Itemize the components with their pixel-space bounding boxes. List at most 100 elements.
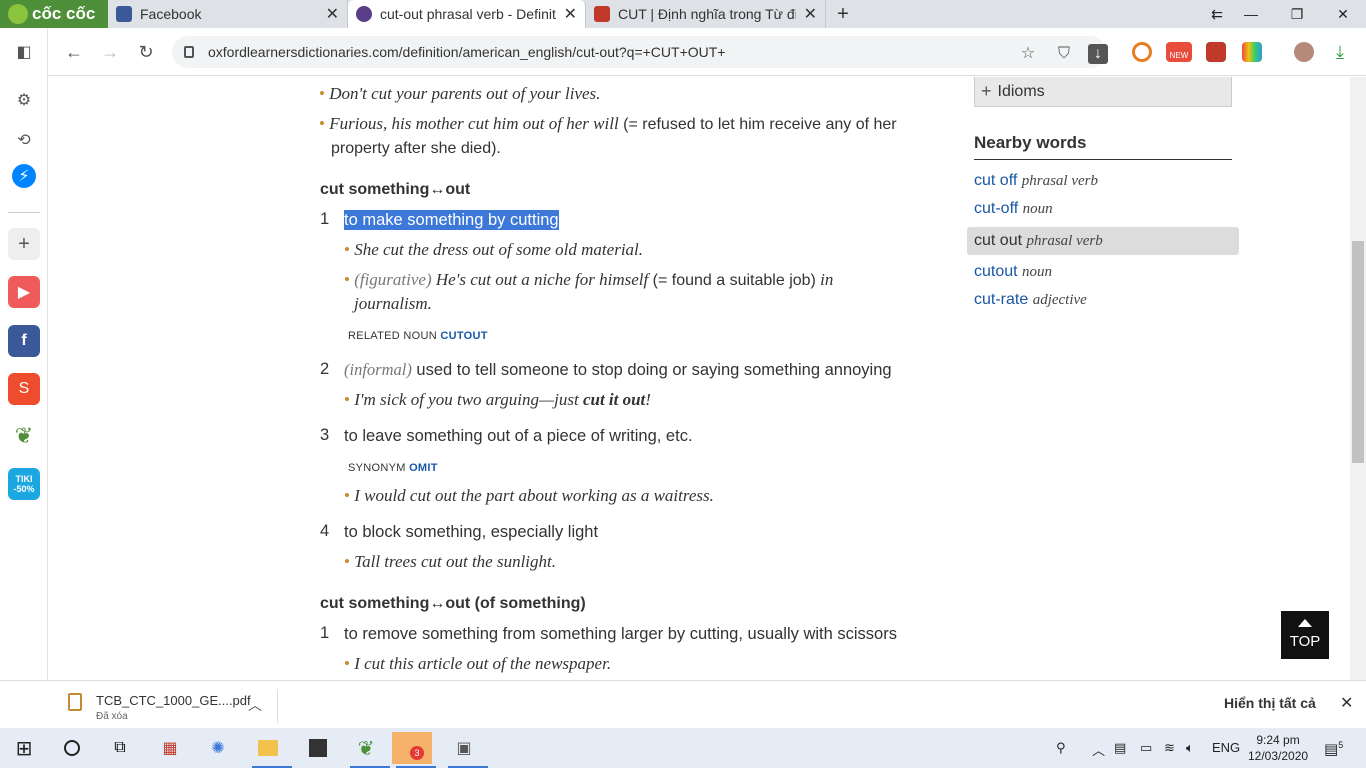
arrow-up-icon bbox=[1298, 619, 1312, 627]
facebook-icon[interactable]: f bbox=[8, 325, 40, 357]
shopee-icon[interactable]: S bbox=[8, 373, 40, 405]
zalo-icon[interactable]: 3 bbox=[392, 732, 436, 768]
nearby-words-title: Nearby words bbox=[974, 133, 1232, 160]
new-tab-button[interactable]: + bbox=[826, 3, 860, 26]
extension-color-icon[interactable] bbox=[1242, 42, 1262, 62]
language-indicator[interactable]: ENG bbox=[1212, 740, 1240, 755]
coccoc-logo[interactable]: cốc cốc bbox=[0, 0, 108, 28]
volume-icon[interactable]: 🔈︎ bbox=[1186, 740, 1194, 756]
page-content: • Don't cut your parents out of your liv… bbox=[48, 77, 1366, 680]
show-all-downloads-button[interactable]: Hiển thị tất cả bbox=[1224, 695, 1316, 711]
related-link[interactable]: CUTOUT bbox=[440, 330, 487, 342]
example-sentence-cont: property after she died). bbox=[331, 140, 501, 157]
windows-taskbar: ⊞ ⧉ ▦ ✺ ❦ 3 ▣ ⚲ ︿ ▤ ▭ ≋ 🔈︎ ENG 9:24 pm 1… bbox=[0, 728, 1366, 768]
scrollbar[interactable] bbox=[1350, 77, 1366, 680]
scrollbar-thumb[interactable] bbox=[1352, 241, 1364, 463]
example-sentence-cont: journalism. bbox=[354, 294, 432, 313]
sidebar-toggle-icon[interactable]: ◧ bbox=[8, 36, 40, 68]
forward-icon[interactable]: → bbox=[98, 40, 122, 64]
messenger-icon[interactable]: ⚡ bbox=[12, 164, 36, 188]
download-arrow-icon[interactable]: ⤓ bbox=[1330, 42, 1350, 62]
sense-number: 1 bbox=[320, 210, 330, 228]
selected-text[interactable]: to make something by cutting bbox=[344, 210, 559, 230]
example-sentence: • She cut the dress out of some old mate… bbox=[344, 240, 644, 259]
bullet-icon: • bbox=[344, 390, 350, 409]
star-icon[interactable]: ☆ bbox=[1018, 44, 1038, 64]
nearby-word[interactable]: cut off phrasal verb bbox=[974, 172, 1098, 190]
add-icon[interactable]: + bbox=[8, 228, 40, 260]
nearby-word[interactable]: cut-rate adjective bbox=[974, 291, 1087, 309]
task-view-icon[interactable]: ⧉ bbox=[100, 732, 140, 764]
phrase-heading: cut something↔out (of something) bbox=[320, 595, 586, 612]
synonym-link[interactable]: OMIT bbox=[409, 462, 438, 474]
app-icon[interactable]: ▣ bbox=[444, 732, 488, 768]
download-item[interactable]: TCB_CTC_1000_GE....pdf Đã xóa ︿ bbox=[64, 689, 278, 723]
tray-icon[interactable]: ▤ bbox=[1114, 740, 1126, 756]
file-explorer-icon[interactable] bbox=[248, 732, 292, 768]
extension-red-icon[interactable] bbox=[1206, 42, 1226, 62]
synonym: SYNONYM OMIT bbox=[348, 462, 438, 474]
tiki-icon[interactable]: TIKI -50% bbox=[8, 468, 40, 500]
scroll-to-top-button[interactable]: TOP bbox=[1281, 611, 1329, 659]
url-text[interactable]: oxfordlearnersdictionaries.com/definitio… bbox=[208, 44, 725, 60]
chevron-up-icon[interactable]: ︿ bbox=[248, 695, 262, 715]
windows-start-icon[interactable]: ⊞ bbox=[4, 732, 44, 764]
bullet-icon: • bbox=[319, 114, 325, 133]
avatar[interactable] bbox=[1294, 42, 1314, 62]
address-bar[interactable]: oxfordlearnersdictionaries.com/definitio… bbox=[172, 36, 1108, 68]
example-sentence: • Don't cut your parents out of your liv… bbox=[319, 84, 601, 103]
example-sentence: • Furious, his mother cut him out of her… bbox=[319, 114, 897, 133]
minimize-button[interactable]: — bbox=[1228, 0, 1274, 28]
tab-facebook[interactable]: Facebook ✕ bbox=[108, 0, 348, 28]
zalo-badge: 3 bbox=[410, 746, 424, 760]
phrase-heading: cut something↔out bbox=[320, 181, 471, 198]
coccoc-icon[interactable]: ❦ bbox=[8, 420, 40, 452]
extension-chrome-icon[interactable] bbox=[1132, 42, 1152, 62]
tab-cambridge[interactable]: CUT | Định nghĩa trong Từ điể ✕ bbox=[586, 0, 826, 28]
folder-shape bbox=[258, 740, 278, 756]
coccoc-taskbar-icon[interactable]: ❦ bbox=[346, 732, 390, 768]
nearby-word[interactable]: cutout noun bbox=[974, 263, 1052, 281]
search-icon[interactable] bbox=[52, 732, 92, 764]
notification-count: 5 bbox=[1338, 740, 1344, 750]
download-icon[interactable]: ↓ bbox=[1088, 44, 1108, 64]
close-icon[interactable]: ✕ bbox=[326, 4, 339, 24]
youtube-icon[interactable]: ▶ bbox=[8, 276, 40, 308]
nearby-word[interactable]: cut-off noun bbox=[974, 200, 1053, 218]
chevron-up-icon[interactable]: ︿ bbox=[1092, 740, 1105, 759]
people-icon[interactable]: ⚲ bbox=[1056, 740, 1066, 756]
wifi-icon[interactable]: ≋ bbox=[1164, 740, 1175, 756]
idioms-toggle[interactable]: + Idioms bbox=[974, 77, 1232, 107]
back-icon[interactable]: ← bbox=[62, 40, 86, 64]
history-icon[interactable]: ⟲ bbox=[8, 124, 40, 156]
tab-title: Facebook bbox=[140, 6, 202, 22]
nearby-word-active[interactable]: cut out phrasal verb bbox=[967, 227, 1239, 255]
maximize-button[interactable]: ❐ bbox=[1274, 0, 1320, 28]
example-sentence: • (figurative) He's cut out a niche for … bbox=[344, 270, 834, 289]
sticky-notes-icon[interactable] bbox=[298, 732, 338, 764]
example-sentence: • I would cut out the part about working… bbox=[344, 486, 714, 505]
sense-number: 3 bbox=[320, 426, 330, 444]
close-icon[interactable]: ✕ bbox=[1340, 693, 1353, 713]
tab-bar: cốc cốc Facebook ✕ cut-out phrasal verb … bbox=[0, 0, 1366, 28]
sidebar-divider bbox=[8, 212, 40, 213]
reload-icon[interactable]: ↻ bbox=[134, 40, 158, 64]
sense-number: 4 bbox=[320, 522, 330, 540]
close-window-button[interactable]: ✕ bbox=[1320, 0, 1366, 28]
close-icon[interactable]: ✕ bbox=[564, 4, 577, 24]
tab-oxford[interactable]: cut-out phrasal verb - Definiti ✕ bbox=[348, 0, 586, 28]
download-filename[interactable]: TCB_CTC_1000_GE....pdf bbox=[96, 693, 251, 708]
new-extension-icon[interactable]: NEW bbox=[1166, 42, 1192, 62]
app-icon[interactable]: ▦ bbox=[150, 732, 190, 764]
tab-title: CUT | Định nghĩa trong Từ điể bbox=[618, 6, 796, 22]
shield-icon[interactable]: ⛉ bbox=[1054, 44, 1074, 64]
clock[interactable]: 9:24 pm 12/03/2020 bbox=[1248, 732, 1308, 764]
settings-icon[interactable]: ⚙ bbox=[8, 84, 40, 116]
battery-icon[interactable]: ▭ bbox=[1140, 740, 1152, 756]
close-icon[interactable]: ✕ bbox=[804, 4, 817, 24]
coccoc-logo-text: cốc cốc bbox=[32, 4, 96, 23]
cambridge-icon bbox=[594, 6, 610, 22]
notification-icon[interactable]: ▤5 bbox=[1324, 740, 1343, 758]
network-app-icon[interactable]: ✺ bbox=[198, 732, 238, 764]
sense-number: 2 bbox=[320, 360, 330, 378]
